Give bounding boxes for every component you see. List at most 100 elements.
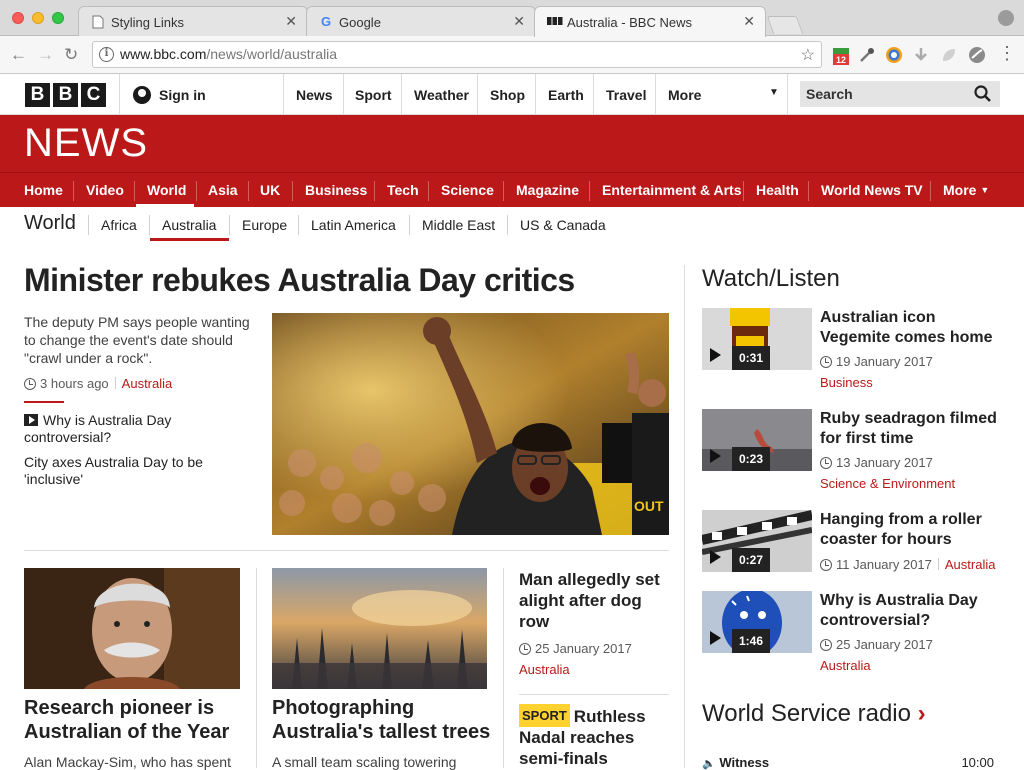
subnav-middle-east[interactable]: Middle East (422, 217, 495, 233)
global-nav-earth[interactable]: Earth (548, 87, 584, 103)
divider (787, 74, 788, 115)
play-icon[interactable] (710, 449, 721, 463)
nav-science[interactable]: Science (441, 182, 494, 198)
global-nav-travel[interactable]: Travel (606, 87, 646, 103)
close-icon[interactable]: ✕ (513, 13, 525, 30)
nav-magazine[interactable]: Magazine (516, 182, 579, 198)
nav-home[interactable]: Home (24, 182, 63, 198)
video-title-vegemite[interactable]: Australian icon Vegemite comes home (820, 308, 1010, 348)
divider (401, 74, 402, 115)
video-thumb-roller-coaster[interactable]: 0:27 (702, 510, 812, 572)
column-divider (256, 568, 257, 768)
global-nav-more[interactable]: More (668, 87, 701, 103)
divider (519, 694, 669, 695)
video-title-australia-day[interactable]: Why is Australia Day controversial? (820, 591, 1010, 631)
play-icon[interactable] (710, 550, 721, 564)
close-icon[interactable]: ✕ (285, 13, 297, 30)
bbc-logo-b2[interactable]: B (53, 83, 78, 107)
related-link-2[interactable]: City axes Australia Day to be 'inclusive… (24, 454, 244, 488)
lead-image[interactable]: OUT (272, 313, 669, 535)
download-icon[interactable] (912, 46, 930, 64)
nav-uk[interactable]: UK (260, 182, 280, 198)
world-service-heading[interactable]: World Service radio › (702, 700, 926, 728)
video-thumb-vegemite[interactable]: 0:31 (702, 308, 812, 370)
global-nav-sport[interactable]: Sport (355, 87, 392, 103)
related-link-1[interactable]: Why is Australia Day controversial? (24, 412, 244, 446)
user-avatar-icon[interactable] (133, 86, 151, 104)
lead-tag-link[interactable]: Australia (122, 376, 173, 391)
extension-calendar-icon[interactable]: 12 (832, 46, 850, 65)
story-title-research-pioneer[interactable]: Research pioneer is Australian of the Ye… (24, 696, 249, 744)
subnav-africa[interactable]: Africa (101, 217, 137, 233)
story-image-research-pioneer[interactable] (24, 568, 240, 689)
back-arrow-icon[interactable]: ← (10, 45, 27, 65)
eyedropper-icon[interactable] (858, 46, 876, 64)
video-thumb-australia-day[interactable]: 1:46 (702, 591, 812, 653)
nav-world-news-tv[interactable]: World News TV (821, 182, 923, 198)
video-tag-link[interactable]: Business (820, 375, 873, 390)
global-nav-weather[interactable]: Weather (414, 87, 469, 103)
story-title-dog-row[interactable]: Man allegedly set alight after dog row (519, 569, 669, 632)
nav-entertainment-arts[interactable]: Entertainment & Arts (602, 182, 742, 198)
nav-health[interactable]: Health (756, 182, 799, 198)
nav-more[interactable]: More ▼ (943, 182, 989, 198)
color-wheel-icon[interactable] (885, 46, 903, 64)
nav-world[interactable]: World (147, 182, 186, 198)
news-logo[interactable]: NEWS (24, 121, 148, 166)
bbc-logo-c[interactable]: C (81, 83, 106, 107)
video-title-roller-coaster[interactable]: Hanging from a roller coaster for hours (820, 510, 1010, 550)
story-tag-dog-row[interactable]: Australia (519, 662, 570, 677)
leaf-extension-icon[interactable] (940, 46, 958, 64)
info-icon[interactable]: i (99, 47, 114, 62)
search-input[interactable]: Search (800, 81, 1000, 107)
video-date: 13 January 2017 (820, 455, 933, 470)
browser-tab-google[interactable]: G Google ✕ (306, 6, 536, 36)
window-minimize-button[interactable] (32, 12, 44, 24)
story-title-tallest-trees[interactable]: Photographing Australia's tallest trees (272, 696, 497, 744)
window-maximize-button[interactable] (52, 12, 64, 24)
sign-in-link[interactable]: Sign in (159, 87, 206, 103)
subnav-us-canada[interactable]: US & Canada (520, 217, 606, 233)
profile-icon[interactable] (998, 10, 1014, 26)
nav-business[interactable]: Business (305, 182, 367, 198)
video-date: 25 January 2017 (820, 637, 933, 652)
nav-video[interactable]: Video (86, 182, 124, 198)
column-divider (684, 265, 685, 768)
subnav-europe[interactable]: Europe (242, 217, 287, 233)
divider (428, 181, 429, 201)
nav-asia[interactable]: Asia (208, 182, 238, 198)
story-image-tallest-trees[interactable] (272, 568, 487, 689)
search-icon[interactable] (974, 85, 992, 103)
section-title: World (24, 212, 76, 234)
chevron-down-icon[interactable]: ▼ (769, 87, 779, 98)
global-nav-news[interactable]: News (296, 87, 333, 103)
global-nav-shop[interactable]: Shop (490, 87, 525, 103)
bookmark-star-icon[interactable]: ☆ (801, 45, 815, 65)
address-bar[interactable]: i www.bbc.com/news/world/australia ☆ (92, 41, 822, 68)
subnav-australia[interactable]: Australia (162, 217, 216, 233)
play-icon[interactable] (710, 348, 721, 362)
browser-tab-styling-links[interactable]: Styling Links ✕ (78, 6, 308, 36)
lead-headline[interactable]: Minister rebukes Australia Day critics (24, 262, 575, 299)
video-tag-link[interactable]: Australia (945, 557, 996, 572)
window-close-button[interactable] (12, 12, 24, 24)
bbc-logo-b1[interactable]: B (25, 83, 50, 107)
menu-dots-icon[interactable]: ⋮ (998, 44, 1016, 62)
video-tag-link[interactable]: Australia (820, 658, 871, 673)
divider (73, 181, 74, 201)
close-icon[interactable]: ✕ (743, 13, 755, 30)
divider (88, 215, 89, 235)
play-icon[interactable] (710, 631, 721, 645)
globe-extension-icon[interactable] (968, 46, 986, 64)
story-title-nadal[interactable]: SPORT Ruthless Nadal reaches semi-finals (519, 704, 669, 769)
new-tab-button[interactable] (766, 16, 804, 34)
browser-tab-bbc[interactable]: Australia - BBC News ✕ (534, 6, 766, 37)
reload-icon[interactable]: ↻ (64, 45, 78, 65)
video-title-seadragon[interactable]: Ruby seadragon filmed for first time (820, 409, 1010, 449)
forward-arrow-icon[interactable]: → (37, 45, 54, 65)
video-thumb-seadragon[interactable]: 0:23 (702, 409, 812, 471)
subnav-latin-america[interactable]: Latin America (311, 217, 396, 233)
nav-tech[interactable]: Tech (387, 182, 419, 198)
video-tag-link[interactable]: Science & Environment (820, 476, 955, 491)
story-meta-dog-row: 25 January 2017 (519, 641, 632, 656)
